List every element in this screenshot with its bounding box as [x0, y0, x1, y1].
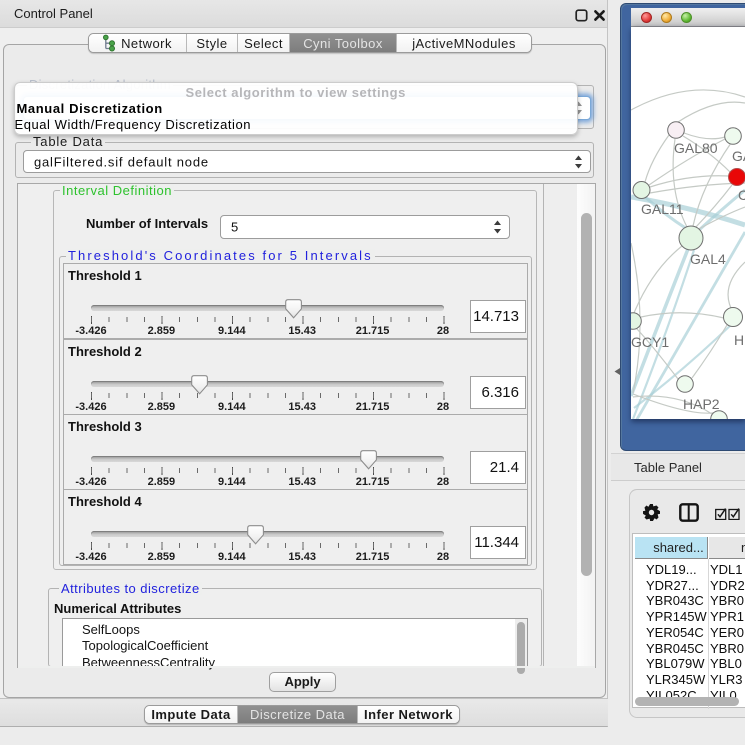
svg-text:H: H [734, 332, 744, 348]
svg-text:GA: GA [732, 148, 745, 164]
svg-text:C: C [738, 187, 745, 203]
svg-text:GAL80: GAL80 [674, 140, 718, 156]
svg-text:GAL11: GAL11 [641, 201, 684, 217]
svg-text:GCY1: GCY1 [631, 334, 669, 350]
svg-text:HAP2: HAP2 [683, 396, 720, 412]
svg-text:GAL4: GAL4 [690, 251, 726, 267]
